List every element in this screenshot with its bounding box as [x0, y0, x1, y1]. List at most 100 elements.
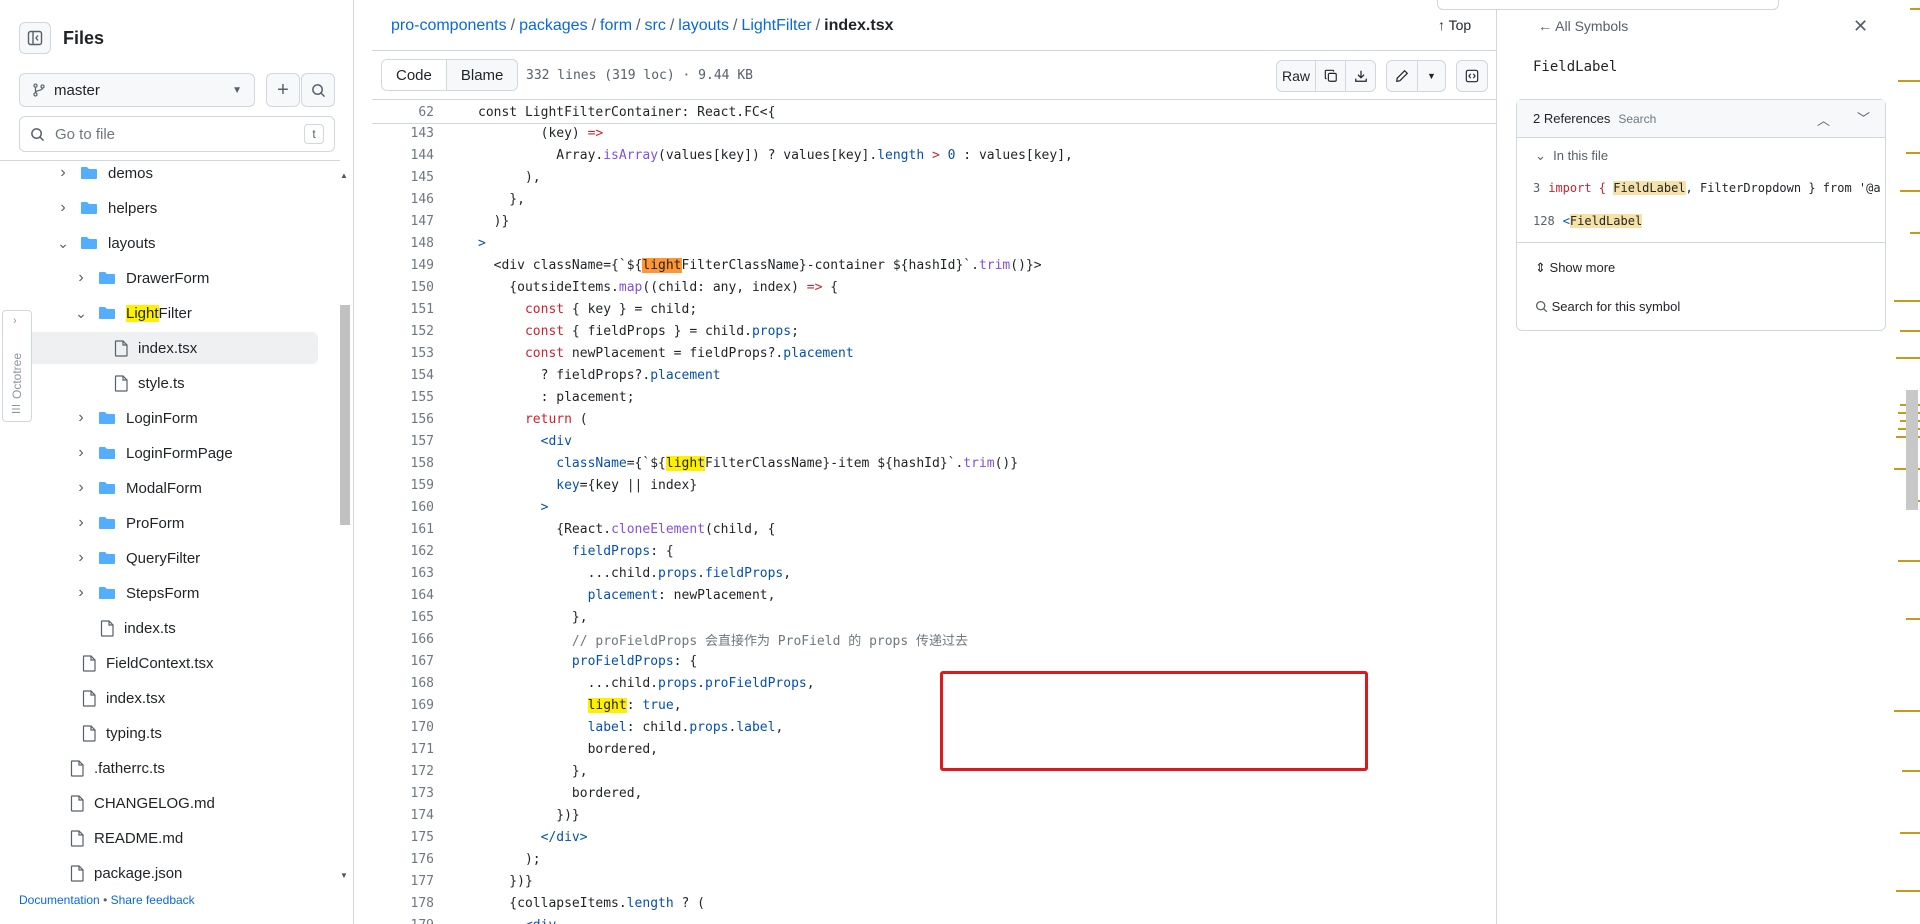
edit-options-button[interactable]: ▼ — [1418, 60, 1446, 92]
tree-file[interactable]: index.tsx — [72, 682, 165, 714]
collapse-sidebar-button[interactable] — [19, 22, 51, 54]
line-number[interactable]: 159 — [372, 478, 434, 493]
reference-row[interactable]: 3 import { FieldLabel, FilterDropdown } f… — [1533, 181, 1881, 195]
line-number[interactable]: 177 — [372, 874, 434, 889]
line-number[interactable]: 143 — [372, 126, 434, 141]
line-number[interactable]: 166 — [372, 632, 434, 647]
share-feedback-link[interactable]: Share feedback — [111, 893, 195, 907]
chevron-right-icon[interactable]: › — [74, 514, 88, 532]
line-number[interactable]: 161 — [372, 522, 434, 537]
blame-tab[interactable]: Blame — [446, 60, 518, 90]
line-number[interactable]: 157 — [372, 434, 434, 449]
add-file-button[interactable]: + — [266, 73, 300, 107]
tree-folder[interactable]: › LoginFormPage — [74, 437, 232, 469]
edit-button[interactable] — [1386, 60, 1418, 92]
scrollbar-thumb[interactable] — [340, 305, 350, 525]
line-number[interactable]: 178 — [372, 896, 434, 911]
show-more-button[interactable]: ⇕ Show more — [1535, 260, 1615, 276]
tree-folder[interactable]: › helpers — [56, 192, 157, 224]
chevron-right-icon[interactable]: › — [56, 199, 70, 217]
chevron-right-icon[interactable]: › — [74, 444, 88, 462]
line-number[interactable]: 168 — [372, 676, 434, 691]
line-number[interactable]: 165 — [372, 610, 434, 625]
references-search[interactable]: Search — [1618, 112, 1656, 126]
line-number[interactable]: 150 — [372, 280, 434, 295]
line-number[interactable]: 62 — [372, 105, 434, 120]
tree-file[interactable]: .fatherrc.ts — [60, 752, 165, 784]
download-button[interactable] — [1346, 60, 1376, 92]
all-symbols-link[interactable]: ← All Symbols — [1538, 18, 1628, 34]
tree-folder[interactable]: › ProForm — [74, 507, 184, 539]
tree-file[interactable]: style.ts — [104, 367, 185, 399]
documentation-link[interactable]: Documentation — [19, 893, 100, 907]
line-number[interactable]: 163 — [372, 566, 434, 581]
tree-file[interactable]: typing.ts — [72, 717, 162, 749]
top-link[interactable]: ↑ Top — [1438, 17, 1471, 33]
search-symbol-button[interactable]: Search for this symbol — [1535, 299, 1680, 314]
line-number[interactable]: 172 — [372, 764, 434, 779]
chevron-right-icon[interactable]: › — [74, 549, 88, 567]
tree-folder[interactable]: ⌄ layouts — [56, 227, 155, 259]
line-number[interactable]: 152 — [372, 324, 434, 339]
search-files-button[interactable] — [301, 73, 335, 107]
symbols-panel-button[interactable] — [1456, 60, 1488, 92]
breadcrumb-link[interactable]: LightFilter — [741, 17, 811, 34]
line-number[interactable]: 176 — [372, 852, 434, 867]
line-number[interactable]: 169 — [372, 698, 434, 713]
references-header[interactable]: 2 References Search ︿ ﹀ — [1517, 100, 1885, 138]
chevron-right-icon[interactable]: › — [74, 479, 88, 497]
close-icon[interactable]: ✕ — [1853, 16, 1868, 37]
line-number[interactable]: 145 — [372, 170, 434, 185]
go-to-file-input[interactable]: Go to file t — [19, 116, 335, 152]
in-this-file-toggle[interactable]: ⌄ In this file — [1535, 148, 1608, 164]
line-number[interactable]: 160 — [372, 500, 434, 515]
tree-folder[interactable]: › StepsForm — [74, 577, 199, 609]
scroll-up-arrow-icon[interactable]: ▲ — [340, 171, 348, 180]
tree-file[interactable]: package.json — [60, 857, 182, 882]
line-number[interactable]: 162 — [372, 544, 434, 559]
tree-file[interactable]: FieldContext.tsx — [72, 647, 214, 679]
line-number[interactable]: 164 — [372, 588, 434, 603]
tree-folder[interactable]: › demos — [56, 161, 153, 189]
chevron-down-icon[interactable]: ⌄ — [56, 235, 70, 252]
breadcrumb-link[interactable]: packages — [519, 17, 588, 34]
line-number[interactable]: 156 — [372, 412, 434, 427]
line-number[interactable]: 170 — [372, 720, 434, 735]
chevron-right-icon[interactable]: › — [56, 164, 70, 182]
chevron-right-icon[interactable]: › — [74, 269, 88, 287]
tree-file[interactable]: index.tsx — [26, 332, 318, 364]
line-number[interactable]: 174 — [372, 808, 434, 823]
tree-file[interactable]: README.md — [60, 822, 183, 854]
line-number[interactable]: 146 — [372, 192, 434, 207]
line-number[interactable]: 171 — [372, 742, 434, 757]
line-number[interactable]: 147 — [372, 214, 434, 229]
breadcrumb-link[interactable]: pro-components — [391, 17, 507, 34]
tree-folder[interactable]: ⌄ LightFilter — [74, 297, 192, 329]
line-number[interactable]: 173 — [372, 786, 434, 801]
line-number[interactable]: 155 — [372, 390, 434, 405]
line-number[interactable]: 154 — [372, 368, 434, 383]
tree-file[interactable]: index.ts — [90, 612, 176, 644]
raw-button[interactable]: Raw — [1276, 60, 1316, 92]
tree-folder[interactable]: › QueryFilter — [74, 542, 200, 574]
branch-selector[interactable]: master ▼ — [19, 73, 255, 107]
tree-folder[interactable]: › LoginForm — [74, 402, 197, 434]
line-number[interactable]: 153 — [372, 346, 434, 361]
line-number[interactable]: 144 — [372, 148, 434, 163]
reference-row[interactable]: 128 <FieldLabel — [1533, 214, 1643, 228]
code-tab[interactable]: Code — [382, 60, 447, 90]
tree-folder[interactable]: › ModalForm — [74, 472, 202, 504]
breadcrumb-link[interactable]: layouts — [678, 17, 729, 34]
chevron-right-icon[interactable]: › — [74, 584, 88, 602]
octotree-tab[interactable]: › Octotree ☰ — [2, 310, 32, 422]
tree-scrollbar[interactable]: ▲ ▼ — [338, 165, 352, 883]
tree-file[interactable]: CHANGELOG.md — [60, 787, 215, 819]
chevron-up-icon[interactable]: ︿ — [1817, 110, 1830, 129]
scroll-down-arrow-icon[interactable]: ▼ — [340, 871, 348, 880]
page-scrollbar-thumb[interactable] — [1906, 390, 1918, 510]
line-number[interactable]: 149 — [372, 258, 434, 273]
chevron-down-icon[interactable]: ﹀ — [1857, 108, 1870, 127]
tree-folder[interactable]: › DrawerForm — [74, 262, 209, 294]
line-number[interactable]: 151 — [372, 302, 434, 317]
line-number[interactable]: 167 — [372, 654, 434, 669]
